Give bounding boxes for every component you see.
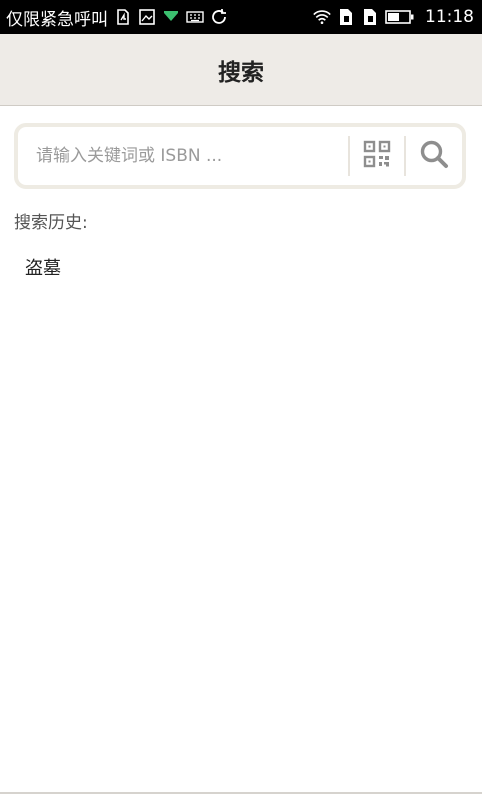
- search-button[interactable]: [406, 127, 462, 185]
- search-bar: [14, 123, 466, 189]
- sim1-icon: [337, 8, 355, 26]
- status-bar-left: 仅限紧急呼叫: [6, 5, 228, 30]
- qr-code-icon: [363, 140, 391, 172]
- page-title: 搜索: [218, 59, 264, 86]
- history-item[interactable]: 盗墓: [0, 250, 482, 284]
- keyboard-icon: [186, 8, 204, 26]
- carrier-label: 仅限紧急呼叫: [6, 9, 108, 30]
- battery-icon: [385, 8, 415, 26]
- search-history-list: 盗墓: [0, 250, 482, 284]
- search-input[interactable]: [18, 127, 348, 185]
- sync-icon: [210, 8, 228, 26]
- image-icon: [138, 8, 156, 26]
- status-bar-right: 11:18: [313, 7, 474, 27]
- search-history-label: 搜索历史:: [14, 213, 88, 233]
- qr-scan-button[interactable]: [350, 127, 404, 185]
- status-bar: 仅限紧急呼叫 11:18: [0, 0, 482, 34]
- wifi-icon: [313, 8, 331, 26]
- clock-time: 11:18: [425, 7, 474, 27]
- sim2-icon: [361, 8, 379, 26]
- download-icon: [162, 8, 180, 26]
- sim-icon: [114, 8, 132, 26]
- search-icon: [419, 139, 449, 173]
- app-bar: 搜索: [0, 34, 482, 106]
